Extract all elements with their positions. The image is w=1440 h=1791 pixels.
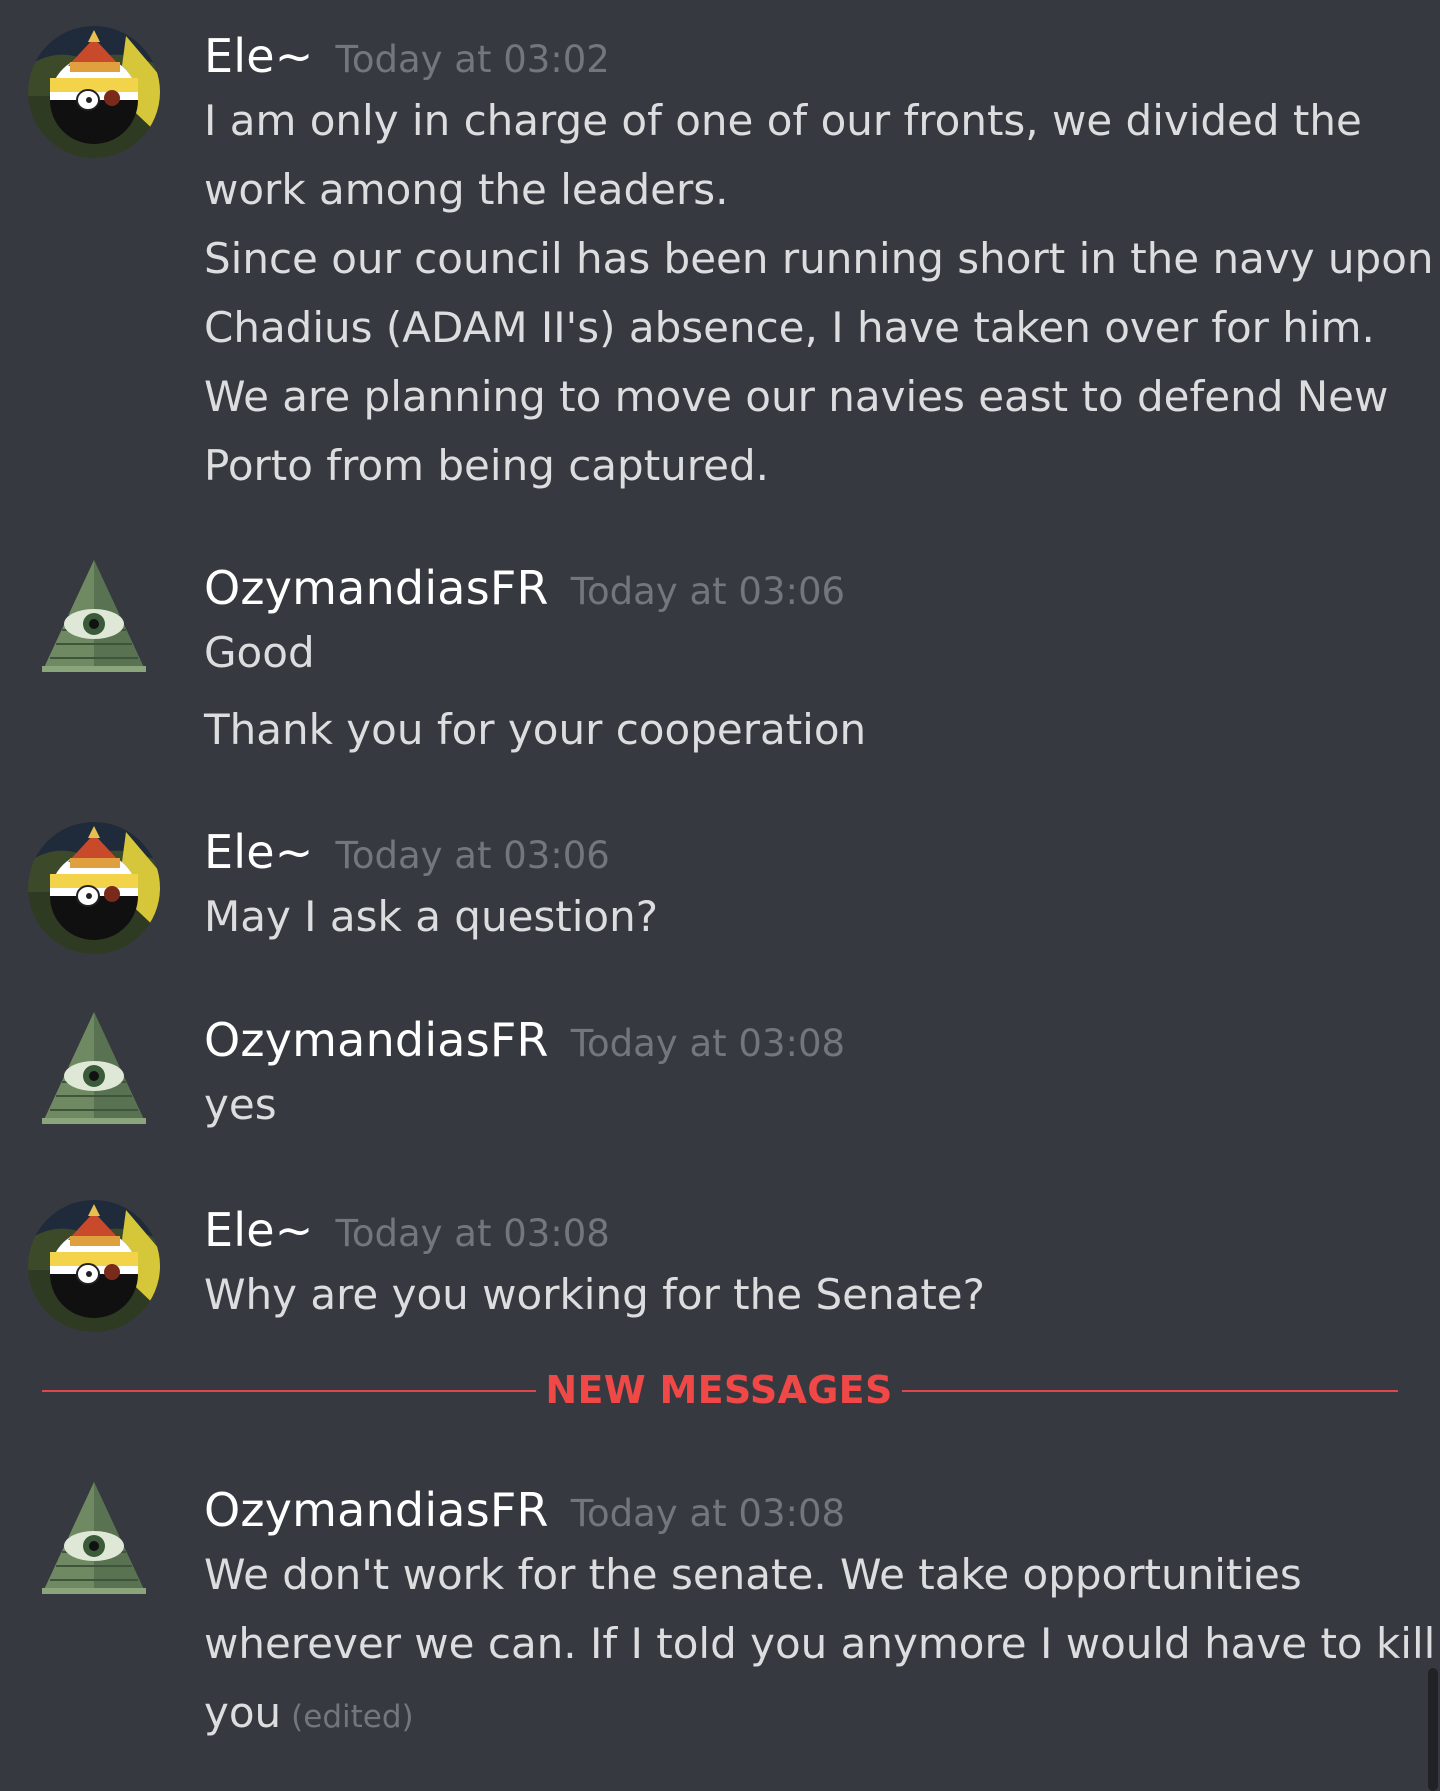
message-text-line: Why are you working for the Senate? [204,1270,985,1319]
message-timestamp[interactable]: Today at 03:08 [336,1212,610,1255]
message-text-line: Porto from being captured. [204,441,769,490]
pyramid-eye-icon[interactable] [28,1480,160,1612]
message-timestamp[interactable]: Today at 03:06 [336,834,610,877]
scrollbar[interactable] [1426,0,1440,1791]
message-text-line: wherever we can. If I told you anymore I… [204,1619,1436,1668]
message-timestamp[interactable]: Today at 03:08 [571,1022,845,1065]
edited-label[interactable]: (edited) [291,1699,413,1735]
scrollbar-thumb[interactable] [1428,1668,1438,1791]
message-text-line: We are planning to move our navies east … [204,372,1389,421]
message-author[interactable]: OzymandiasFR [204,1483,549,1537]
message-timestamp[interactable]: Today at 03:02 [336,38,610,81]
ele-avatar-icon[interactable] [28,822,160,954]
divider-line [42,1390,536,1392]
new-messages-label: NEW MESSAGES [545,1368,893,1412]
message-author[interactable]: OzymandiasFR [204,1013,549,1067]
ele-avatar-icon[interactable] [28,26,160,158]
message-text-line: yes [204,1080,277,1129]
message-timestamp[interactable]: Today at 03:06 [571,570,845,613]
pyramid-eye-icon[interactable] [28,558,160,690]
message-author[interactable]: Ele~ [204,1203,314,1257]
message-text-line: Since our council has been running short… [204,234,1434,283]
message-text-line: you (edited) [204,1678,1384,1752]
ele-avatar-icon[interactable] [28,1200,160,1332]
message-text-line: Good [204,628,315,677]
pyramid-eye-icon[interactable] [28,1010,160,1142]
message-text: you [204,1688,282,1737]
message-timestamp[interactable]: Today at 03:08 [571,1492,845,1535]
message-text-line: I am only in charge of one of our fronts… [204,96,1362,145]
divider-line [902,1390,1398,1392]
message-text-line: work among the leaders. [204,165,729,214]
message-text-line: Thank you for your cooperation [204,705,867,754]
message-text-line: Chadius (ADAM II's) absence, I have take… [204,303,1375,352]
chat-messages: Ele~ Today at 03:02 I am only in charge o… [0,0,1440,1791]
message-text-line: We don't work for the senate. We take op… [204,1550,1302,1599]
message-text-line: May I ask a question? [204,892,659,941]
message-author[interactable]: Ele~ [204,825,314,879]
message-author[interactable]: Ele~ [204,29,314,83]
new-messages-divider: NEW MESSAGES [42,1370,1398,1410]
message-author[interactable]: OzymandiasFR [204,561,549,615]
